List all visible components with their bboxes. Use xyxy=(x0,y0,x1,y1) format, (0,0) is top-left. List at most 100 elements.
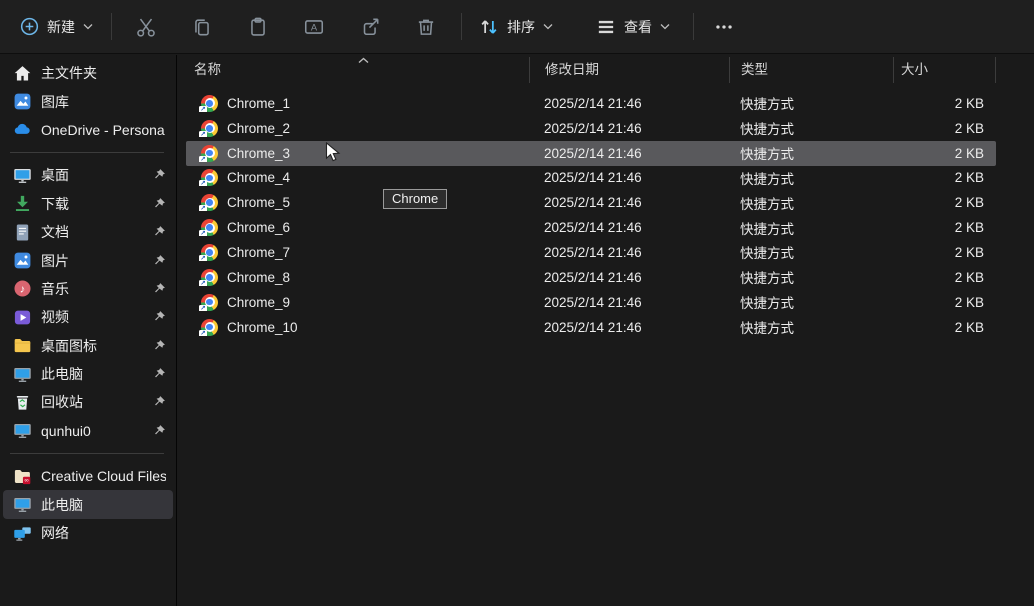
view-button[interactable]: 查看 xyxy=(586,10,679,44)
sidebar-item-onedrive[interactable]: OneDrive - Persona xyxy=(3,116,173,144)
sidebar-item-desktop[interactable]: 桌面 xyxy=(3,161,173,189)
chevron-down-icon xyxy=(660,23,670,30)
ellipsis-icon xyxy=(713,16,735,38)
file-name: Chrome_4 xyxy=(227,170,290,185)
file-row-chrome_9[interactable]: ↗ Chrome_9 2025/2/14 21:46 快捷方式 2 KB xyxy=(186,290,996,315)
file-list-pane: 名称 修改日期 类型 大小 ↗ Chrome_1 2025/2/14 21:46… xyxy=(178,55,1034,606)
chrome-shortcut-icon: ↗ xyxy=(201,169,218,186)
creative-icon: ∞ xyxy=(13,467,32,486)
recycle-icon xyxy=(13,393,32,412)
pin-icon xyxy=(152,395,166,409)
file-row-chrome_8[interactable]: ↗ Chrome_8 2025/2/14 21:46 快捷方式 2 KB xyxy=(186,265,996,290)
music-icon: ♪ xyxy=(13,279,32,298)
new-button[interactable]: 新建 xyxy=(10,10,102,43)
file-size: 2 KB xyxy=(893,270,996,285)
file-date-modified: 2025/2/14 21:46 xyxy=(529,121,729,136)
sort-button[interactable]: 排序 xyxy=(469,10,562,44)
sidebar-item-this-pc-nav[interactable]: 此电脑 xyxy=(3,490,173,518)
file-row-chrome_1[interactable]: ↗ Chrome_1 2025/2/14 21:46 快捷方式 2 KB xyxy=(186,91,996,116)
sidebar-item-recycle-bin[interactable]: 回收站 xyxy=(3,388,173,416)
pc-icon xyxy=(13,495,32,514)
gallery-icon xyxy=(13,92,32,111)
copy-icon xyxy=(191,16,213,38)
sidebar-item-music[interactable]: ♪ 音乐 xyxy=(3,275,173,303)
file-row-chrome_2[interactable]: ↗ Chrome_2 2025/2/14 21:46 快捷方式 2 KB xyxy=(186,116,996,141)
pin-icon xyxy=(152,254,166,268)
trash-icon xyxy=(415,16,437,38)
file-name: Chrome_8 xyxy=(227,270,290,285)
file-row-chrome_10[interactable]: ↗ Chrome_10 2025/2/14 21:46 快捷方式 2 KB xyxy=(186,315,996,340)
copy-button[interactable] xyxy=(174,10,230,44)
delete-button[interactable] xyxy=(398,10,454,44)
chevron-down-icon xyxy=(83,23,93,30)
pc-icon xyxy=(13,421,32,440)
file-row-chrome_3[interactable]: ↗ Chrome_3 2025/2/14 21:46 快捷方式 2 KB xyxy=(186,141,996,166)
column-header-type[interactable]: 类型 xyxy=(729,57,893,83)
tooltip: Chrome xyxy=(383,189,447,209)
sidebar-item-creative-cloud-files[interactable]: ∞ Creative Cloud Files xyxy=(3,462,173,490)
picture-icon xyxy=(13,251,32,270)
sidebar-item-network[interactable]: 网络 xyxy=(3,519,173,547)
file-size: 2 KB xyxy=(893,146,996,161)
file-name: Chrome_10 xyxy=(227,320,298,335)
file-date-modified: 2025/2/14 21:46 xyxy=(529,245,729,260)
more-options-button[interactable] xyxy=(696,10,752,44)
file-explorer-window: 新建 xyxy=(0,0,1034,606)
folder-icon xyxy=(13,336,32,355)
chrome-shortcut-icon: ↗ xyxy=(201,244,218,261)
chrome-shortcut-icon: ↗ xyxy=(201,294,218,311)
file-date-modified: 2025/2/14 21:46 xyxy=(529,320,729,335)
svg-text:♪: ♪ xyxy=(20,284,26,296)
file-name: Chrome_5 xyxy=(227,195,290,210)
rename-button[interactable]: A xyxy=(286,10,342,44)
file-size: 2 KB xyxy=(893,96,996,111)
column-header-date-modified[interactable]: 修改日期 xyxy=(529,57,729,83)
sidebar-item-documents[interactable]: 文档 xyxy=(3,218,173,246)
paste-button[interactable] xyxy=(230,10,286,44)
column-header-size[interactable]: 大小 xyxy=(893,57,996,83)
chevron-down-icon xyxy=(543,23,553,30)
sidebar-item-gallery[interactable]: 图库 xyxy=(3,87,173,115)
file-type: 快捷方式 xyxy=(729,267,893,287)
view-icon xyxy=(595,16,617,38)
video-icon xyxy=(13,308,32,327)
sidebar-item-this-pc[interactable]: 此电脑 xyxy=(3,360,173,388)
sidebar-item-qunhui0[interactable]: qunhui0 xyxy=(3,417,173,445)
cut-icon xyxy=(135,16,157,38)
sidebar-item-desktop-icons[interactable]: 桌面图标 xyxy=(3,332,173,360)
sort-ascending-icon xyxy=(358,52,369,67)
chrome-shortcut-icon: ↗ xyxy=(201,194,218,211)
file-date-modified: 2025/2/14 21:46 xyxy=(529,195,729,210)
file-row-chrome_5[interactable]: ↗ Chrome_5 2025/2/14 21:46 快捷方式 2 KB xyxy=(186,190,996,215)
rename-icon: A xyxy=(303,16,325,38)
pin-icon xyxy=(152,168,166,182)
sidebar-item-videos[interactable]: 视频 xyxy=(3,303,173,331)
sidebar-item-downloads[interactable]: 下载 xyxy=(3,190,173,218)
file-size: 2 KB xyxy=(893,220,996,235)
mouse-cursor xyxy=(325,142,341,169)
view-button-label: 查看 xyxy=(624,17,652,37)
toolbar-separator xyxy=(461,13,462,40)
file-row-chrome_4[interactable]: ↗ Chrome_4 2025/2/14 21:46 快捷方式 2 KB xyxy=(186,166,996,191)
file-row-chrome_6[interactable]: ↗ Chrome_6 2025/2/14 21:46 快捷方式 2 KB xyxy=(186,215,996,240)
file-row-chrome_7[interactable]: ↗ Chrome_7 2025/2/14 21:46 快捷方式 2 KB xyxy=(186,240,996,265)
sidebar-item-home[interactable]: 主文件夹 xyxy=(3,59,173,87)
pin-icon xyxy=(152,367,166,381)
file-name: Chrome_9 xyxy=(227,295,290,310)
file-date-modified: 2025/2/14 21:46 xyxy=(529,295,729,310)
file-type: 快捷方式 xyxy=(729,143,893,163)
file-name: Chrome_3 xyxy=(227,146,290,161)
pin-icon xyxy=(152,282,166,296)
share-button[interactable] xyxy=(342,10,398,44)
chrome-shortcut-icon: ↗ xyxy=(201,319,218,336)
share-icon xyxy=(359,16,381,38)
toolbar-separator xyxy=(693,13,694,40)
sidebar-item-pictures[interactable]: 图片 xyxy=(3,246,173,274)
file-size: 2 KB xyxy=(893,245,996,260)
cut-button[interactable] xyxy=(118,10,174,44)
chrome-shortcut-icon: ↗ xyxy=(201,219,218,236)
navigation-sidebar: 主文件夹 图库 OneDrive - Persona 桌面 下载 文档 图片 ♪… xyxy=(0,55,177,606)
onedrive-icon xyxy=(13,120,32,139)
file-type: 快捷方式 xyxy=(729,317,893,337)
chrome-shortcut-icon: ↗ xyxy=(201,145,218,162)
